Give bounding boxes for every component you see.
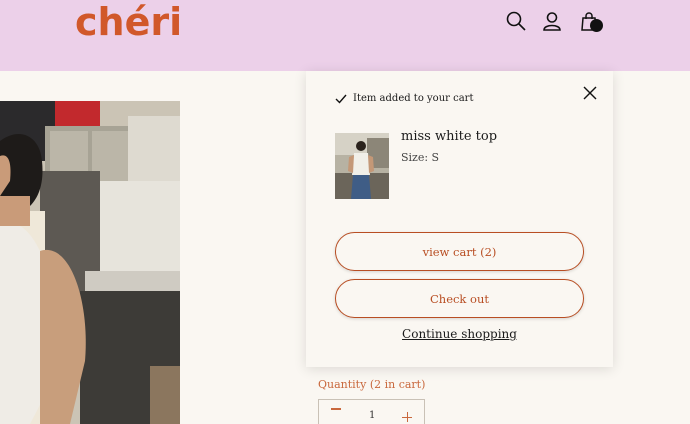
added-to-cart-text: Item added to your cart [353, 93, 474, 104]
cart-count-badge [590, 19, 603, 32]
cart-item-size: Size: S [401, 151, 440, 164]
continue-shopping-link[interactable]: Continue shopping [306, 327, 613, 341]
checkout-button[interactable]: Check out [335, 279, 584, 318]
check-icon [335, 94, 347, 104]
quantity-decrease-button[interactable] [331, 408, 341, 410]
cart-notification-popup: Item added to your cart miss white top S… [306, 71, 613, 367]
search-icon[interactable] [505, 10, 527, 32]
quantity-increase-button[interactable] [402, 412, 412, 422]
added-to-cart-message: Item added to your cart [335, 93, 473, 104]
site-header: chéri [0, 0, 690, 71]
view-cart-button[interactable]: view cart (2) [335, 232, 584, 271]
quantity-label: Quantity (2 in cart) [318, 378, 426, 391]
product-image[interactable] [0, 101, 180, 424]
brand-logo[interactable]: chéri [75, 0, 182, 44]
cart-item-thumbnail [335, 133, 389, 199]
account-icon[interactable] [541, 10, 563, 32]
cart-item-name[interactable]: miss white top [401, 129, 497, 144]
close-icon[interactable] [582, 85, 598, 101]
quantity-stepper[interactable]: 1 [318, 399, 425, 424]
quantity-value[interactable]: 1 [369, 410, 375, 421]
